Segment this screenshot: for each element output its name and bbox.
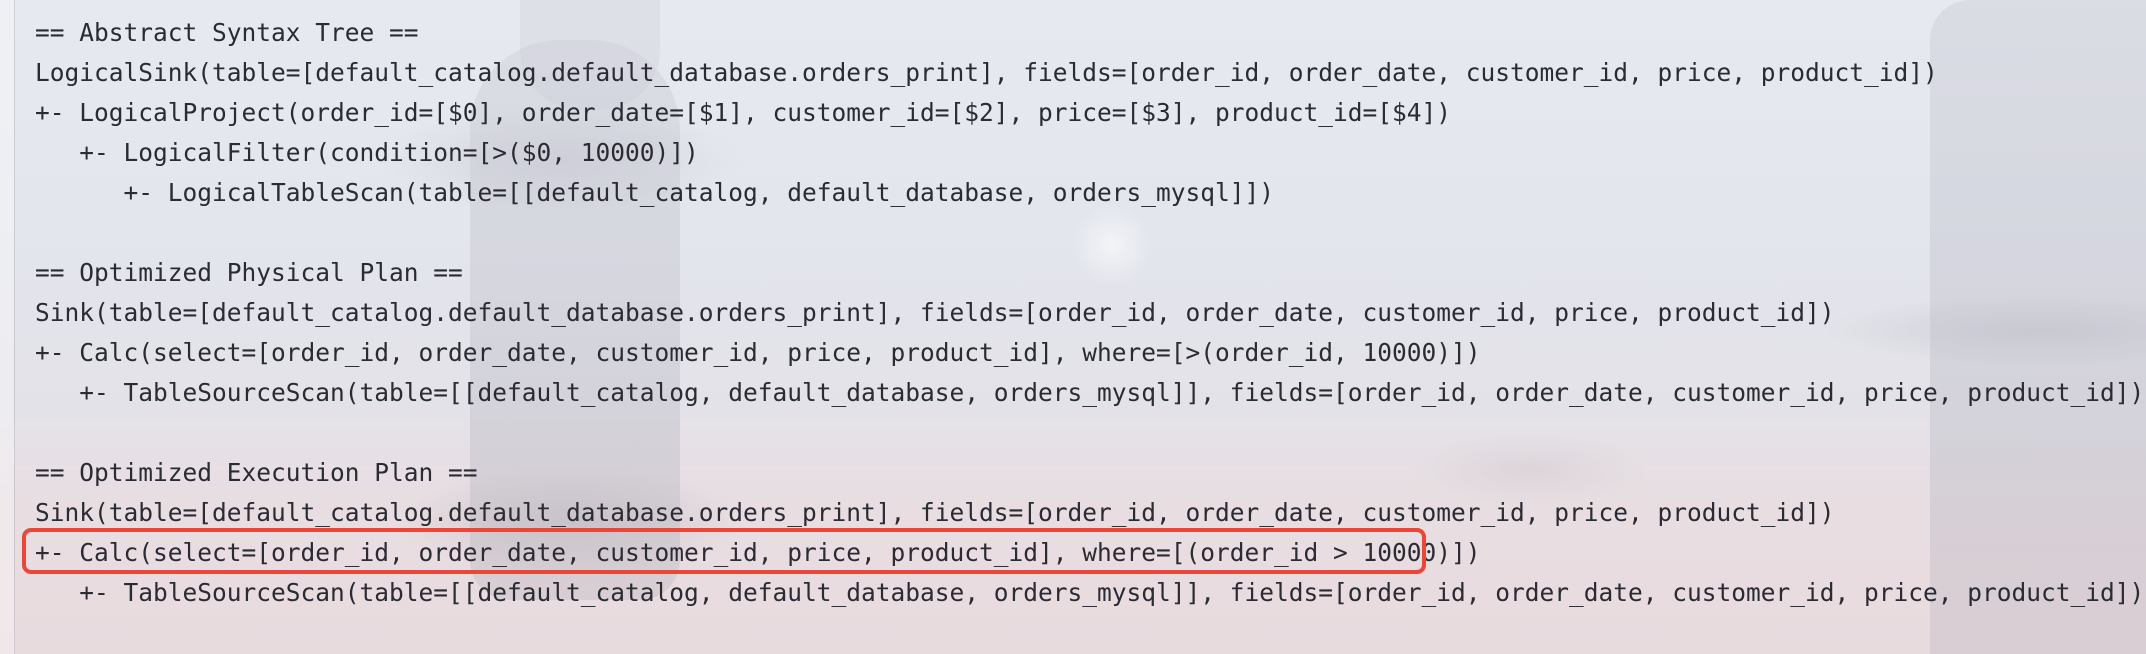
section-header-ast: == Abstract Syntax Tree == [35,18,419,47]
output-line: +- TableSourceScan(table=[[default_catal… [35,578,2145,607]
red-highlight-annotation [22,528,1426,574]
output-line: LogicalSink(table=[default_catalog.defau… [35,58,1938,87]
output-line: Sink(table=[default_catalog.default_data… [35,298,1835,327]
clipped-previous-line [14,0,1314,8]
section-header-physical-plan: == Optimized Physical Plan == [35,258,463,287]
output-line: +- Calc(select=[order_id, order_date, cu… [35,338,1481,367]
output-line: +- LogicalTableScan(table=[[default_cata… [35,178,1275,207]
output-line: +- TableSourceScan(table=[[default_catal… [35,378,2145,407]
explain-plan-output: == Abstract Syntax Tree == LogicalSink(t… [35,13,2144,613]
terminal-left-gutter [0,0,15,654]
section-header-execution-plan: == Optimized Execution Plan == [35,458,478,487]
output-line: +- LogicalFilter(condition=[>($0, 10000)… [35,138,699,167]
output-line: Sink(table=[default_catalog.default_data… [35,498,1835,527]
terminal-output-area[interactable]: == Abstract Syntax Tree == LogicalSink(t… [0,0,2146,654]
output-line: +- LogicalProject(order_id=[$0], order_d… [35,98,1452,127]
